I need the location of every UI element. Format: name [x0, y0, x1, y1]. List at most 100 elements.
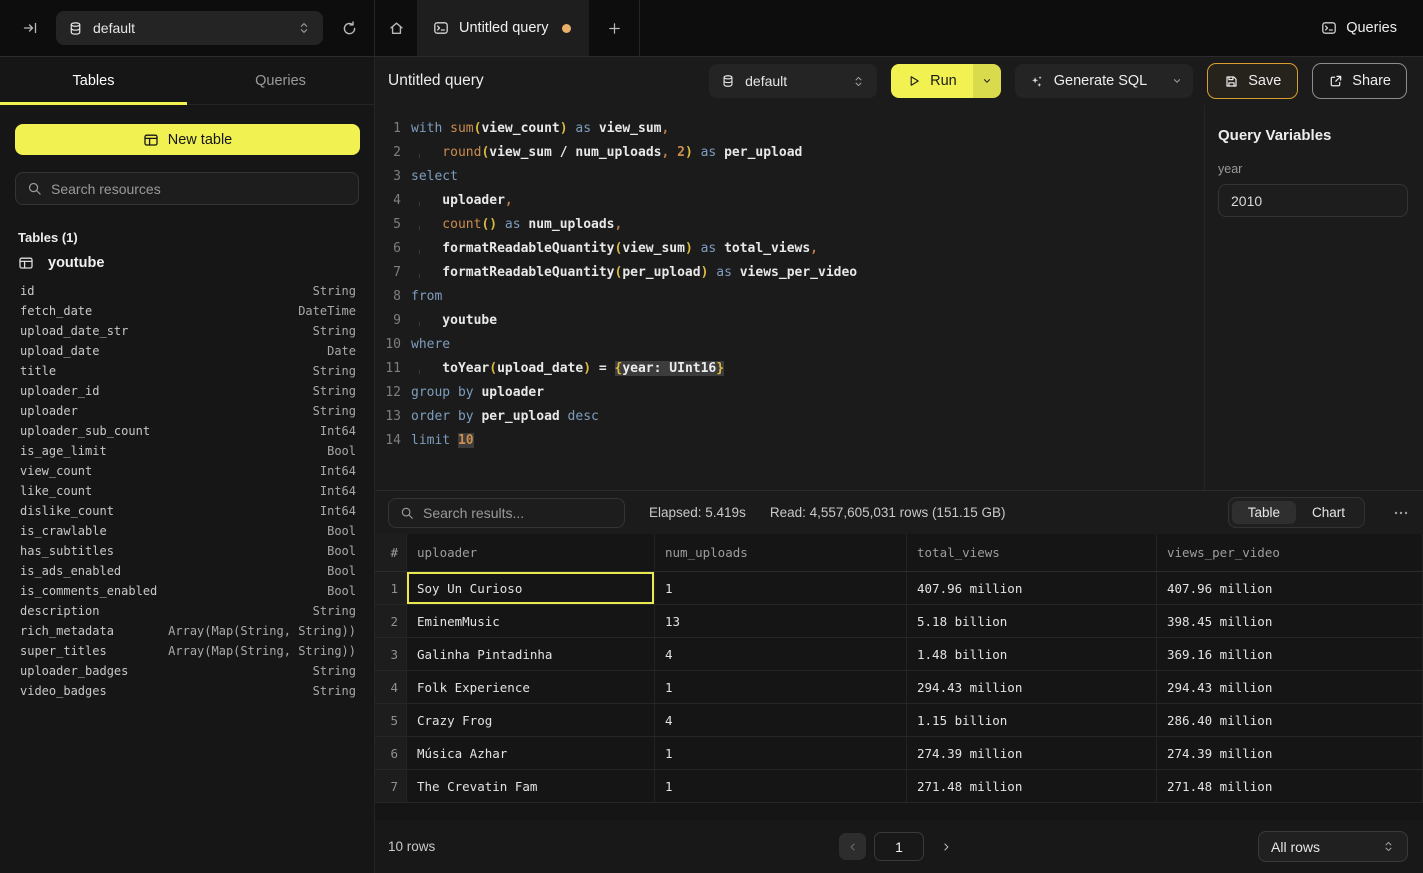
table-cell[interactable]: Soy Un Curioso: [407, 572, 655, 604]
sidebar-tab-tables[interactable]: Tables: [0, 57, 187, 104]
column-name: title: [20, 364, 56, 378]
table-cell[interactable]: 1: [655, 737, 907, 769]
sidebar: Tables Queries New table Tables (1) yout…: [0, 57, 375, 873]
generate-sql-options-button[interactable]: [1161, 64, 1193, 98]
view-toggle-table[interactable]: Table: [1232, 501, 1296, 524]
column-name: uploader_badges: [20, 664, 128, 678]
new-table-button[interactable]: New table: [15, 124, 360, 155]
table-cell[interactable]: 271.48 million: [907, 770, 1157, 802]
column-type: Int64: [320, 464, 356, 478]
table-row: 6Música Azhar1274.39 million274.39 milli…: [375, 737, 1423, 770]
table-cell[interactable]: 1: [655, 671, 907, 703]
share-button[interactable]: Share: [1312, 63, 1407, 99]
toolbar-connection-select[interactable]: default: [709, 64, 877, 98]
row-index: 4: [375, 671, 407, 703]
queries-button-label: Queries: [1346, 20, 1397, 36]
table-cell[interactable]: Música Azhar: [407, 737, 655, 769]
column-header[interactable]: total_views: [907, 534, 1157, 571]
table-cell[interactable]: 1: [655, 572, 907, 604]
column-name: is_crawlable: [20, 524, 107, 538]
column-type: Array(Map(String, String)): [168, 624, 356, 638]
resources-search-input[interactable]: [51, 181, 347, 197]
queries-button[interactable]: Queries: [1321, 20, 1397, 36]
column-header[interactable]: num_uploads: [655, 534, 907, 571]
refresh-button[interactable]: [341, 20, 358, 37]
table-cell[interactable]: 369.16 million: [1157, 638, 1423, 670]
sidebar-tab-queries[interactable]: Queries: [187, 57, 374, 104]
sql-token: where: [411, 337, 450, 352]
current-page[interactable]: 1: [874, 832, 924, 861]
table-row: 3Galinha Pintadinha41.48 billion369.16 m…: [375, 638, 1423, 671]
view-toggle-chart[interactable]: Chart: [1296, 501, 1361, 524]
sql-token: num_uploads: [528, 217, 614, 232]
table-cell[interactable]: 1: [655, 770, 907, 802]
line-number: 4: [375, 189, 411, 213]
generate-sql-button[interactable]: Generate SQL: [1015, 64, 1162, 98]
sql-token: year: UInt16: [622, 361, 716, 376]
results-search-input[interactable]: [423, 505, 613, 521]
column-name: upload_date: [20, 344, 99, 358]
table-cell[interactable]: 5.18 billion: [907, 605, 1157, 637]
read-stat: Read: 4,557,605,031 rows (151.15 GB): [770, 505, 1006, 520]
table-cell[interactable]: 407.96 million: [907, 572, 1157, 604]
table-column-row: dislike_countInt64: [20, 501, 356, 521]
table-cell[interactable]: 1.48 billion: [907, 638, 1157, 670]
next-page-button[interactable]: [932, 833, 959, 860]
table-cell[interactable]: 294.43 million: [1157, 671, 1423, 703]
table-column-row: uploaderString: [20, 401, 356, 421]
resources-search[interactable]: [15, 172, 359, 205]
column-type: DateTime: [298, 304, 356, 318]
table-cell[interactable]: 274.39 million: [907, 737, 1157, 769]
results-search[interactable]: [388, 498, 625, 528]
collapse-sidebar-button[interactable]: [22, 20, 38, 36]
variable-input-year[interactable]: [1218, 184, 1408, 217]
sql-token: 10: [458, 433, 474, 448]
column-header[interactable]: views_per_video: [1157, 534, 1423, 571]
sql-token: (): [481, 217, 497, 232]
code-content: select: [411, 165, 458, 189]
column-type: Bool: [327, 544, 356, 558]
table-cell[interactable]: 398.45 million: [1157, 605, 1423, 637]
table-cell[interactable]: Folk Experience: [407, 671, 655, 703]
column-type: Bool: [327, 444, 356, 458]
sql-token: desc: [560, 409, 599, 424]
table-cell[interactable]: 294.43 million: [907, 671, 1157, 703]
table-cell[interactable]: 271.48 million: [1157, 770, 1423, 802]
table-cell[interactable]: EminemMusic: [407, 605, 655, 637]
tab-untitled-query[interactable]: Untitled query: [417, 0, 589, 56]
column-type: Array(Map(String, String)): [168, 644, 356, 658]
page-size-select[interactable]: All rows: [1258, 831, 1408, 862]
column-header[interactable]: uploader: [407, 534, 655, 571]
home-button[interactable]: [375, 0, 417, 56]
table-row: 1Soy Un Curioso1407.96 million407.96 mil…: [375, 572, 1423, 605]
table-cell[interactable]: Galinha Pintadinha: [407, 638, 655, 670]
table-cell[interactable]: 274.39 million: [1157, 737, 1423, 769]
table-cell[interactable]: 4: [655, 704, 907, 736]
table-column-row: titleString: [20, 361, 356, 381]
results-menu-button[interactable]: [1393, 505, 1409, 521]
code-line: 3select: [375, 165, 1204, 189]
previous-page-button[interactable]: [839, 833, 866, 860]
table-cell[interactable]: The Crevatin Fam: [407, 770, 655, 802]
results-header-row: #uploadernum_uploadstotal_viewsviews_per…: [375, 534, 1423, 572]
table-cell[interactable]: 407.96 million: [1157, 572, 1423, 604]
generate-sql-label: Generate SQL: [1054, 73, 1148, 89]
column-name: uploader_sub_count: [20, 424, 150, 438]
table-cell[interactable]: 13: [655, 605, 907, 637]
line-number: 7: [375, 261, 411, 285]
sql-editor[interactable]: 1with sum(view_count) as view_sum,2round…: [375, 105, 1205, 490]
refresh-icon: [341, 20, 358, 37]
table-cell[interactable]: Crazy Frog: [407, 704, 655, 736]
new-tab-button[interactable]: [589, 0, 639, 56]
sidebar-table-youtube[interactable]: youtube: [18, 255, 356, 271]
save-button[interactable]: Save: [1207, 63, 1298, 99]
table-cell[interactable]: 1.15 billion: [907, 704, 1157, 736]
chevron-right-icon: [940, 841, 952, 853]
code-line: 8from: [375, 285, 1204, 309]
table-cell[interactable]: 4: [655, 638, 907, 670]
connection-select[interactable]: default: [56, 11, 323, 45]
row-index: 3: [375, 638, 407, 670]
run-options-button[interactable]: [973, 64, 1001, 98]
table-cell[interactable]: 286.40 million: [1157, 704, 1423, 736]
run-button[interactable]: Run: [891, 64, 973, 98]
